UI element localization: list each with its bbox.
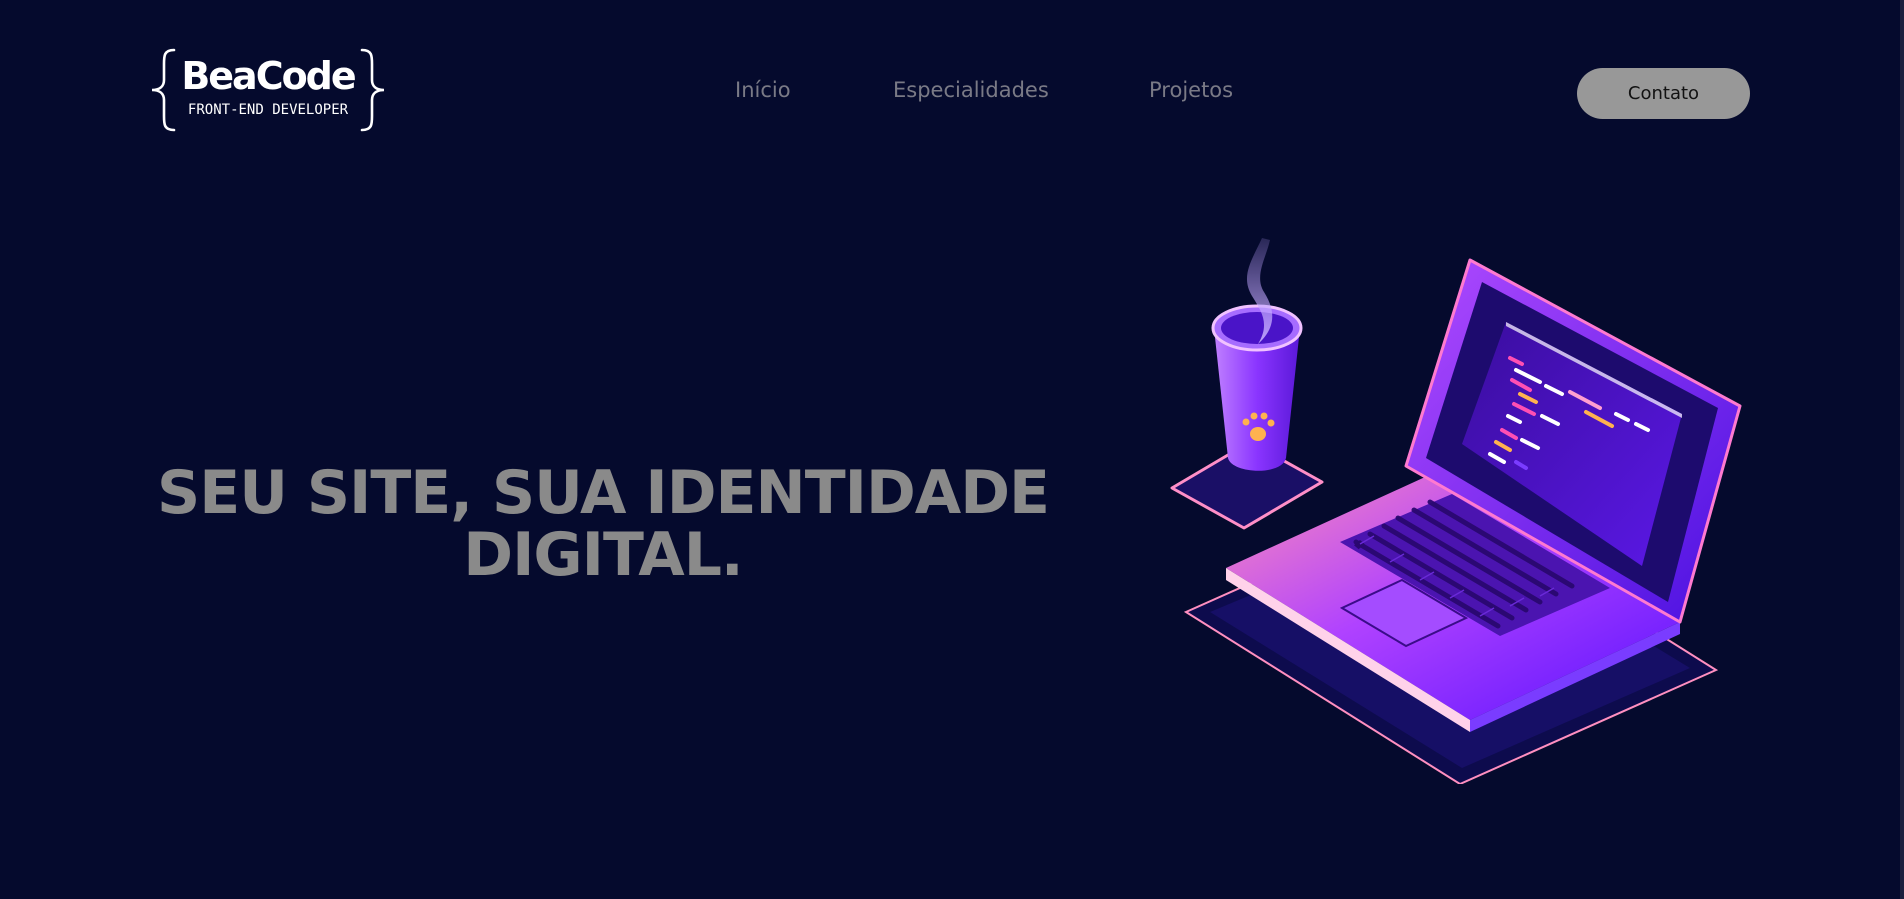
page-scrollbar[interactable]: [1900, 0, 1904, 899]
contato-button[interactable]: Contato: [1577, 68, 1750, 119]
hero-title-line-1: SEU SITE, SUA IDENTIDADE: [157, 458, 1050, 528]
laptop-illustration-icon: [1170, 238, 1742, 784]
site-header: BeaCode FRONT-END DEVELOPER Início Espec…: [0, 0, 1904, 190]
hero-title-line-2: DIGITAL.: [463, 520, 743, 590]
laptop-coffee-illustration: [1170, 236, 1760, 784]
nav-link-especialidades[interactable]: Especialidades: [893, 78, 1049, 102]
landing-page: BeaCode FRONT-END DEVELOPER Início Espec…: [0, 0, 1904, 899]
hero-title: SEU SITE, SUA IDENTIDADE DIGITAL.: [150, 462, 1056, 586]
nav-link-inicio[interactable]: Início: [735, 78, 791, 102]
nav-link-projetos[interactable]: Projetos: [1149, 78, 1233, 102]
